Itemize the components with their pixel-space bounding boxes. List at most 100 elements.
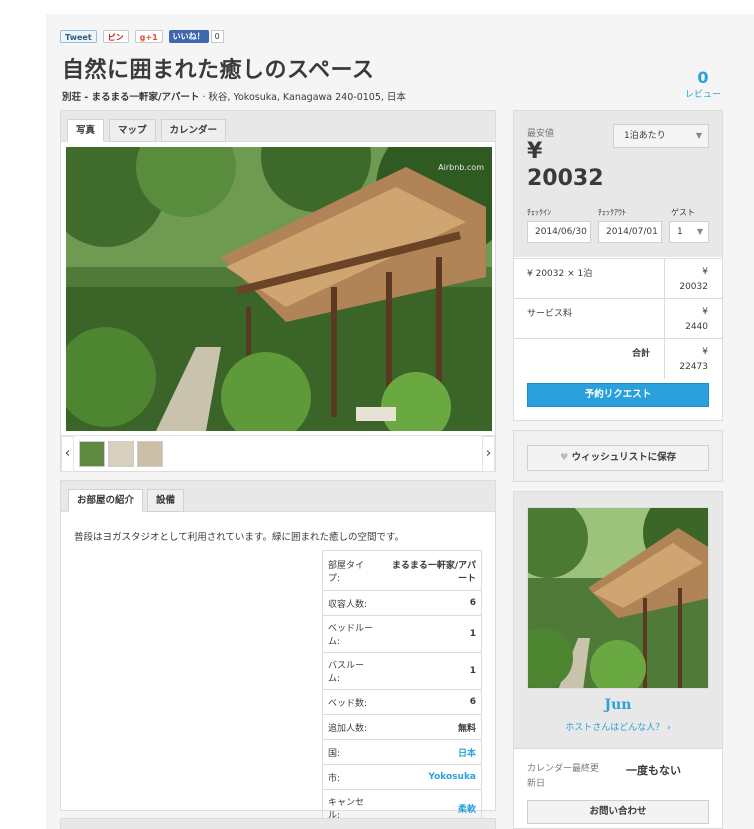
spec-row: 収容人数: 6: [322, 590, 482, 616]
price-breakdown: ¥ 20032 × 1泊 ¥20032 サービス料 ¥2440 合計 ¥2247…: [514, 258, 722, 379]
checkin-input[interactable]: 2014/06/30: [527, 221, 591, 243]
checkout-label: ﾁｪｯｸｱｳﾄ: [598, 208, 626, 217]
room-spec-table: 部屋タイプ: まるまる一軒家/アパート 収容人数: 6 ベッドルーム: 1 バスルーム…: [322, 550, 482, 827]
spec-value: まるまる一軒家/アパート: [380, 550, 482, 591]
thumbnail[interactable]: [137, 441, 163, 467]
contact-host-button[interactable]: お問い合わせ: [527, 800, 709, 824]
pinterest-button[interactable]: ピン: [102, 30, 129, 43]
spec-value: 1: [380, 615, 482, 653]
spec-key: 国:: [322, 739, 381, 765]
calendar-updated-value: 一度もない: [626, 764, 681, 777]
spec-key: 部屋タイプ:: [322, 550, 381, 591]
price-row-nights: ¥ 20032 × 1泊 ¥20032: [514, 258, 722, 299]
checkin-label: ﾁｪｯｸｲﾝ: [527, 208, 551, 217]
facebook-like-button[interactable]: いいね！: [168, 30, 209, 43]
calendar-updated-label: カレンダー最終更 新日: [527, 762, 599, 792]
tab-about-room[interactable]: お部屋の紹介: [68, 489, 144, 512]
spec-key: 収容人数:: [322, 590, 381, 616]
service-fee-amount: ¥2440: [685, 305, 708, 335]
about-host-label: ホストさんはどんな人？: [565, 723, 665, 733]
nights-currency: ¥: [702, 267, 708, 277]
wishlist-panel: ♥ ウィッシュリストに保存: [513, 430, 723, 482]
review-label[interactable]: レビュー: [680, 87, 726, 100]
total-value: 22473: [679, 362, 708, 372]
heart-icon: ♥: [559, 452, 569, 463]
price-period-select[interactable]: 1泊あたり ▼: [613, 124, 709, 148]
spec-value: 6: [380, 689, 482, 715]
divider: [514, 748, 722, 749]
wishlist-button-label: ウィッシュリストに保存: [571, 452, 677, 463]
spec-row: 追加人数: 無料: [322, 714, 482, 740]
spec-key: ベッド数:: [322, 689, 381, 715]
host-name[interactable]: Jun: [527, 697, 709, 713]
spec-row: ベッド数: 6: [322, 689, 482, 715]
calendar-updated-label-line2: 新日: [527, 779, 546, 789]
spec-row: ベッドルーム: 1: [322, 615, 482, 653]
photo-panel: 写真 マップ カレンダー Airbnb.com ‹ ›: [60, 110, 496, 472]
spec-value: 1: [380, 652, 482, 690]
checkout-input[interactable]: 2014/07/01: [598, 221, 662, 243]
nights-amount: ¥20032: [679, 265, 708, 295]
spec-row: 市: Yokosuka: [322, 764, 482, 790]
tab-photos[interactable]: 写真: [67, 119, 105, 142]
total-currency: ¥: [702, 347, 708, 357]
listing-type: 別荘 - まるまる一軒家/アパート: [62, 92, 200, 103]
chevron-down-icon: ▼: [696, 227, 703, 236]
photo-tabs: 写真 マップ カレンダー: [67, 119, 227, 142]
listing-location: · 秋谷, Yokosuka, Kanagawa 240-0105, 日本: [199, 92, 406, 103]
spec-row: バスルーム: 1: [322, 652, 482, 690]
guest-label: ゲスト: [671, 208, 695, 217]
review-count[interactable]: 0: [680, 68, 726, 87]
spec-row: 部屋タイプ: まるまる一軒家/アパート: [322, 550, 482, 591]
spec-value-country-link[interactable]: 日本: [380, 739, 482, 765]
listing-subtitle: 別荘 - まるまる一軒家/アパート · 秋谷, Yokosuka, Kanaga…: [62, 89, 406, 103]
chevron-right-icon: ›: [667, 723, 671, 733]
google-plus-button[interactable]: g+1: [134, 30, 163, 43]
thumbnail-strip: ‹ ›: [61, 435, 495, 472]
next-photo-arrow-icon[interactable]: ›: [482, 436, 495, 472]
spec-value-city-link[interactable]: Yokosuka: [380, 764, 482, 790]
guest-count: 1: [677, 227, 683, 237]
booking-panel: 最安値 ¥ 20032 1泊あたり ▼ ﾁｪｯｸｲﾝ ﾁｪｯｸｱｳﾄ ゲスト 2…: [513, 110, 723, 421]
social-share-bar: Tweet ピン g+1 いいね！ 0: [60, 30, 224, 43]
photo-watermark: Airbnb.com: [438, 163, 484, 172]
nightly-price: 20032: [527, 166, 604, 191]
main-photo[interactable]: Airbnb.com: [66, 147, 492, 431]
chevron-down-icon: ▼: [695, 131, 702, 140]
service-fee-label: サービス料: [527, 309, 573, 319]
currency-symbol: ¥: [527, 139, 543, 164]
service-value: 2440: [685, 322, 708, 332]
facebook-like[interactable]: いいね！ 0: [168, 30, 224, 43]
spec-row: 国: 日本: [322, 739, 482, 765]
host-photo[interactable]: [527, 507, 709, 689]
thumbnail[interactable]: [79, 441, 105, 467]
thumbnail-list: [79, 441, 163, 467]
tab-map[interactable]: マップ: [109, 119, 156, 142]
listing-title: 自然に囲まれた癒しのスペース: [62, 58, 375, 83]
spec-key: ベッドルーム:: [322, 615, 381, 653]
price-period-value: 1泊あたり: [624, 131, 666, 141]
facebook-like-count: 0: [210, 30, 224, 43]
room-description: 普段はヨガスタジオとして利用されています。緑に囲まれた癒しの空間です。: [74, 532, 405, 543]
total-amount: ¥22473: [679, 345, 708, 375]
tweet-button[interactable]: Tweet: [60, 30, 97, 43]
nights-value: 20032: [679, 282, 708, 292]
top-strip: [0, 0, 754, 14]
price-row-service: サービス料 ¥2440: [514, 298, 722, 339]
about-host-link[interactable]: ホストさんはどんな人？ ›: [527, 720, 709, 733]
next-panel-header: [61, 819, 495, 829]
thumbnail[interactable]: [108, 441, 134, 467]
prev-photo-arrow-icon[interactable]: ‹: [61, 436, 74, 472]
lowest-price-label: 最安値: [527, 129, 555, 139]
guest-select[interactable]: 1 ▼: [669, 221, 709, 243]
deck-photo-illustration: [66, 147, 492, 431]
about-tabs: お部屋の紹介 設備: [68, 489, 185, 512]
request-booking-button[interactable]: 予約リクエスト: [527, 383, 709, 407]
service-currency: ¥: [702, 307, 708, 317]
tab-amenities[interactable]: 設備: [147, 489, 185, 512]
save-to-wishlist-button[interactable]: ♥ ウィッシュリストに保存: [527, 445, 709, 471]
tab-calendar[interactable]: カレンダー: [160, 119, 227, 142]
total-label: 合計: [631, 349, 650, 359]
spec-key: バスルーム:: [322, 652, 381, 690]
review-summary[interactable]: 0 レビュー: [680, 68, 726, 100]
